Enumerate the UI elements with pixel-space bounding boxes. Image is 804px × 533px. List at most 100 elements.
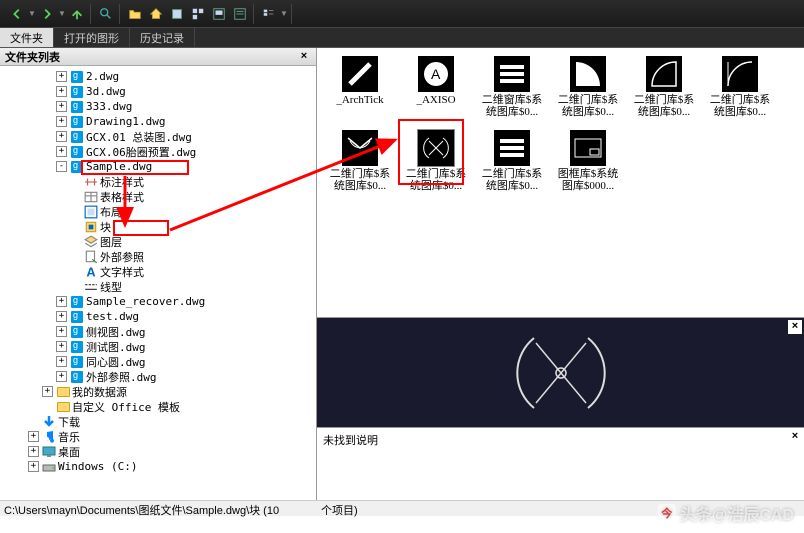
- block-thumbnail: [494, 130, 530, 166]
- grid-item[interactable]: 二维窗库$系统图库$0...: [477, 56, 547, 118]
- tree-item[interactable]: +外部参照.dwg: [0, 369, 316, 384]
- forward-button[interactable]: [37, 4, 57, 24]
- tree-item[interactable]: +333.dwg: [0, 99, 316, 114]
- tree-item[interactable]: 布局: [0, 204, 316, 219]
- block-grid[interactable]: _ArchTickA_AXISO二维窗库$系统图库$0...二维门库$系统图库$…: [317, 48, 804, 318]
- tree-item[interactable]: +Drawing1.dwg: [0, 114, 316, 129]
- tree-item[interactable]: +同心圆.dwg: [0, 354, 316, 369]
- table-icon: [84, 190, 98, 203]
- dwg-icon: [70, 160, 84, 173]
- preview-button[interactable]: [209, 4, 229, 24]
- tree-item[interactable]: +GCX.06胎圈预置.dwg: [0, 144, 316, 159]
- block-label: _AXISO: [401, 94, 471, 106]
- tree-item[interactable]: +Windows (C:): [0, 459, 316, 474]
- folder-tree[interactable]: +2.dwg+3d.dwg+333.dwg+Drawing1.dwg+GCX.0…: [0, 66, 316, 500]
- tree-toggle[interactable]: +: [56, 326, 67, 337]
- tree-toggle[interactable]: +: [56, 341, 67, 352]
- tree-item[interactable]: A文字样式: [0, 264, 316, 279]
- block-thumbnail: [570, 56, 606, 92]
- close-icon[interactable]: ×: [788, 430, 802, 444]
- layout-icon: [84, 205, 98, 218]
- tree-label: 2.dwg: [86, 70, 119, 83]
- grid-item[interactable]: _ArchTick: [325, 56, 395, 118]
- status-count: 个项目): [321, 502, 358, 515]
- dropdown-icon[interactable]: ▼: [58, 4, 66, 24]
- tree-toggle[interactable]: -: [56, 161, 67, 172]
- close-icon[interactable]: ×: [297, 50, 311, 64]
- tree-item[interactable]: + test.dwg: [0, 309, 316, 324]
- dl-icon: [42, 415, 56, 428]
- tree-toggle[interactable]: +: [56, 86, 67, 97]
- dwg-icon: [70, 355, 84, 368]
- tree-item[interactable]: +测试图.dwg: [0, 339, 316, 354]
- tree-item[interactable]: 外部参照: [0, 249, 316, 264]
- tab-bar: 文件夹 打开的图形 历史记录: [0, 28, 804, 48]
- grid-item[interactable]: 二维门库$系统图库$0...: [629, 56, 699, 118]
- tree-item[interactable]: 表格样式: [0, 189, 316, 204]
- up-button[interactable]: [67, 4, 87, 24]
- tree-item[interactable]: + 音乐: [0, 429, 316, 444]
- block-thumbnail: [722, 56, 758, 92]
- tree-label: 音乐: [58, 429, 80, 445]
- tree-toggle[interactable]: +: [56, 131, 67, 142]
- tree-item[interactable]: 下载: [0, 414, 316, 429]
- tree-toggle[interactable]: +: [28, 446, 39, 457]
- tree-toggle[interactable]: +: [56, 101, 67, 112]
- tree-toggle[interactable]: +: [56, 356, 67, 367]
- grid-item[interactable]: 二维门库$系统图库$0...: [477, 130, 547, 192]
- tree-item[interactable]: +2.dwg: [0, 69, 316, 84]
- tree-item[interactable]: 标注样式: [0, 174, 316, 189]
- block-thumbnail: [418, 130, 454, 166]
- tree-item[interactable]: 线型: [0, 279, 316, 294]
- favorites-button[interactable]: [167, 4, 187, 24]
- svg-text:A: A: [431, 66, 441, 82]
- tree-label: test.dwg: [86, 310, 139, 323]
- tree-item[interactable]: +桌面: [0, 444, 316, 459]
- tree-toggle[interactable]: +: [28, 431, 39, 442]
- tree-item[interactable]: +Sample_recover.dwg: [0, 294, 316, 309]
- grid-item[interactable]: 二维门库$系统图库$0...: [705, 56, 775, 118]
- grid-item[interactable]: 图框库$系统图库$000...: [553, 130, 623, 192]
- tree-toggle[interactable]: +: [56, 311, 67, 322]
- tree-item[interactable]: +侧视图.dwg: [0, 324, 316, 339]
- viewer: _ArchTickA_AXISO二维窗库$系统图库$0...二维门库$系统图库$…: [317, 48, 804, 500]
- tab-history[interactable]: 历史记录: [130, 28, 195, 47]
- tab-folders[interactable]: 文件夹: [0, 28, 54, 47]
- tree-toggle[interactable]: +: [56, 146, 67, 157]
- tree-button[interactable]: [188, 4, 208, 24]
- tree-item[interactable]: -Sample.dwg: [0, 159, 316, 174]
- grid-item[interactable]: 二维门库$系统图库$0...: [553, 56, 623, 118]
- tab-open-drawings[interactable]: 打开的图形: [54, 28, 130, 47]
- tree-item[interactable]: 图层: [0, 234, 316, 249]
- desc-button[interactable]: [230, 4, 250, 24]
- grid-item[interactable]: A _AXISO: [401, 56, 471, 118]
- view-button[interactable]: [259, 4, 279, 24]
- folder-button[interactable]: [125, 4, 145, 24]
- tree-item[interactable]: +我的数据源: [0, 384, 316, 399]
- tree-item[interactable]: 块: [0, 219, 316, 234]
- dropdown-icon[interactable]: ▼: [280, 4, 288, 24]
- tree-label: 块: [100, 219, 111, 235]
- tree-toggle[interactable]: +: [42, 386, 53, 397]
- search-button[interactable]: [96, 4, 116, 24]
- tree-item[interactable]: 自定义 Office 模板: [0, 399, 316, 414]
- back-button[interactable]: [7, 4, 27, 24]
- tree-label: 333.dwg: [86, 100, 132, 113]
- tree-toggle[interactable]: +: [56, 116, 67, 127]
- tree-item[interactable]: + GCX.01 总装图.dwg: [0, 129, 316, 144]
- block-icon: [84, 220, 98, 233]
- tree-toggle[interactable]: +: [28, 461, 39, 472]
- tree-toggle[interactable]: +: [56, 296, 67, 307]
- grid-item[interactable]: 二维门库$系统图库$0...: [401, 130, 471, 192]
- tree-item[interactable]: +3d.dwg: [0, 84, 316, 99]
- tree-toggle[interactable]: +: [56, 71, 67, 82]
- tree-label: GCX.01 总装图.dwg: [86, 129, 192, 145]
- home-button[interactable]: [146, 4, 166, 24]
- close-icon[interactable]: ×: [788, 320, 802, 334]
- description-text: 未找到说明: [323, 435, 378, 447]
- tree-toggle[interactable]: +: [56, 371, 67, 382]
- block-label: 图框库$系统图库$000...: [553, 168, 623, 192]
- grid-item[interactable]: 二维门库$系统图库$0...: [325, 130, 395, 192]
- dropdown-icon[interactable]: ▼: [28, 4, 36, 24]
- tree-label: 下载: [58, 414, 80, 430]
